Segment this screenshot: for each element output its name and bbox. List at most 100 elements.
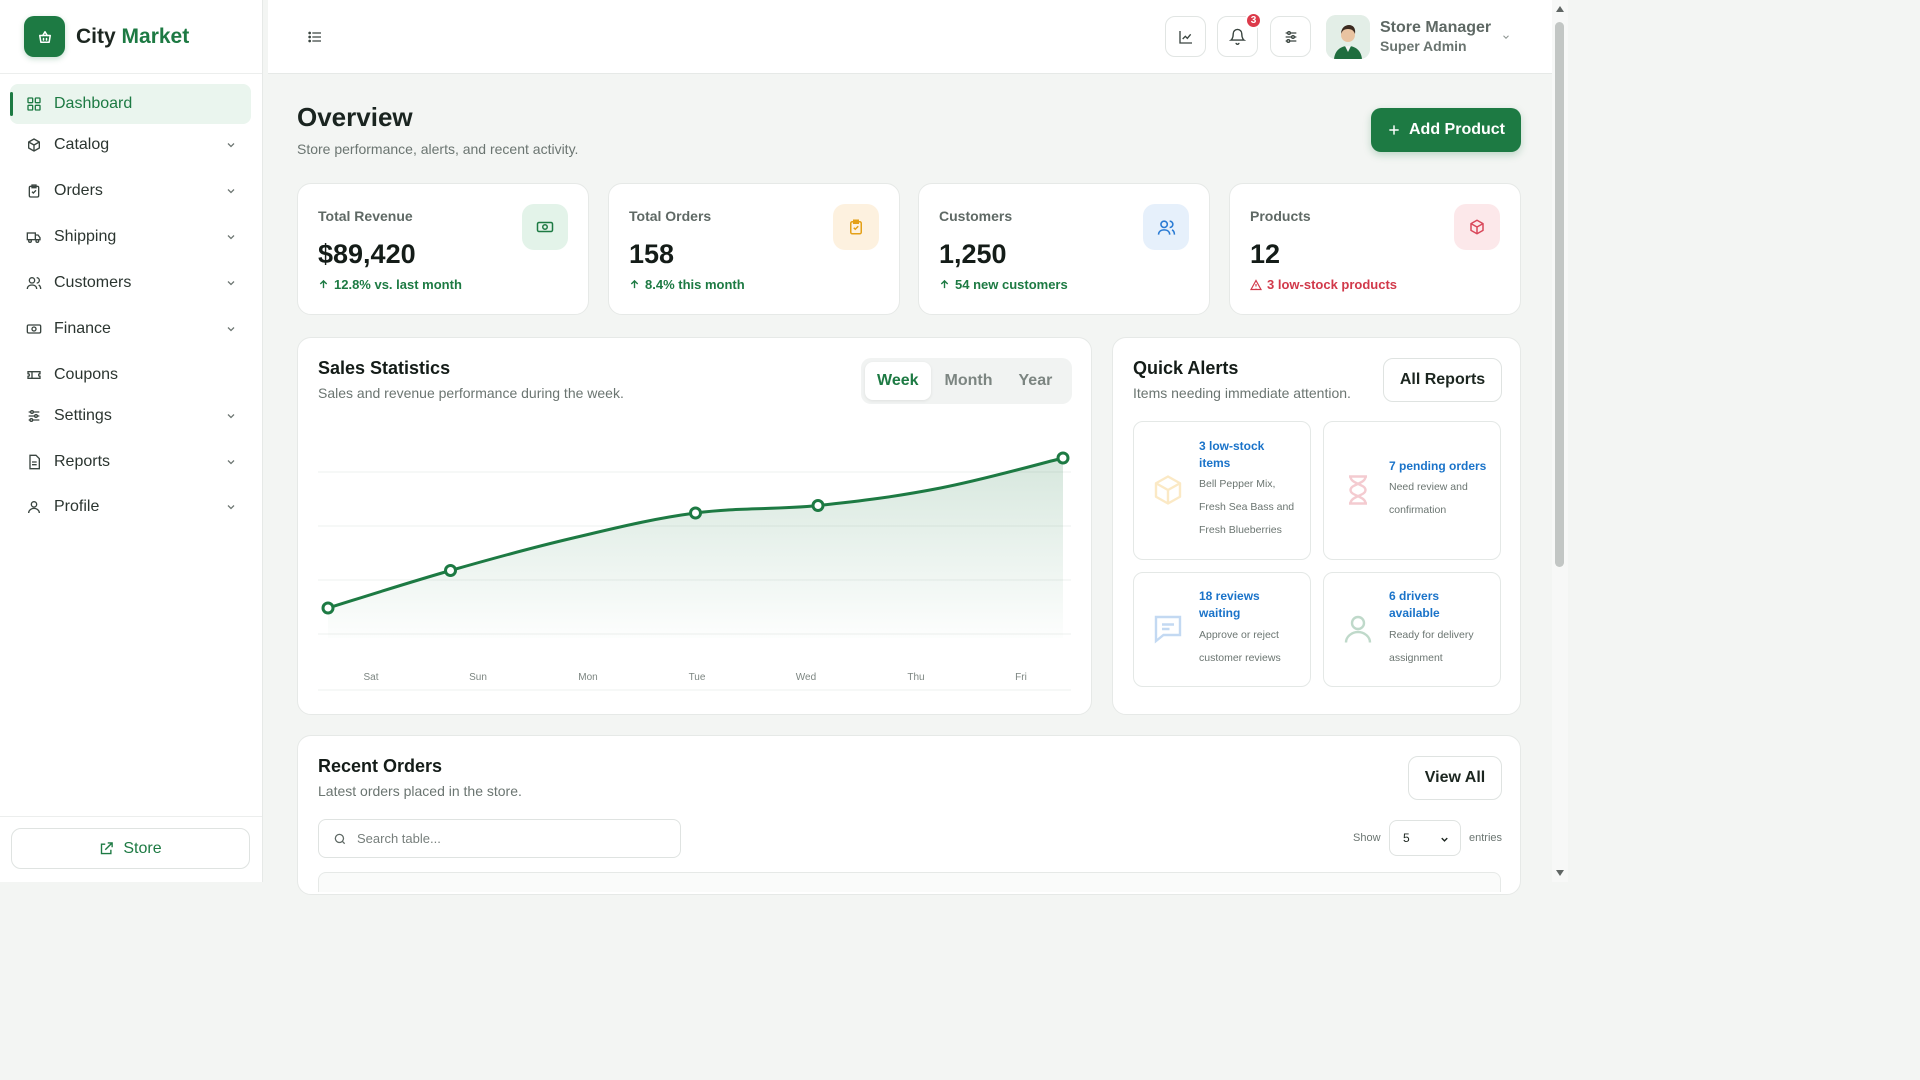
stat-value: $89,420	[318, 239, 416, 269]
brand[interactable]: City Market	[0, 0, 262, 74]
sliders-icon	[1285, 30, 1296, 43]
stat-note: 12.8% vs. last month	[318, 277, 462, 292]
cash-icon	[26, 324, 42, 334]
x-tick-label: Sun	[469, 672, 487, 683]
sidebar-item-finance[interactable]: Finance	[10, 309, 251, 349]
sidebar-item-shipping[interactable]: Shipping	[10, 217, 251, 257]
sidebar-item-label: Catalog	[54, 136, 110, 153]
sales-chart: Sat Sun Mon Tue Wed Thu Fri	[318, 428, 1071, 698]
period-tabs: Week Month Year	[861, 358, 1072, 404]
entries-label: entries	[1469, 832, 1503, 844]
user-menu[interactable]: Store Manager Super Admin	[1326, 14, 1511, 60]
stat-card-products: Products 12 3 low-stock products	[1229, 183, 1521, 315]
x-tick-label: Sat	[363, 672, 378, 683]
sales-chart-svg: Sat Sun Mon Tue Wed Thu Fri	[318, 451, 1071, 691]
message-icon	[1154, 615, 1182, 644]
tab-week[interactable]: Week	[865, 362, 931, 400]
stat-value: 1,250	[939, 239, 1007, 269]
sidebar-item-coupons[interactable]: Coupons	[10, 355, 251, 395]
sidebar-item-label: Settings	[54, 407, 112, 424]
chevron-down-icon	[227, 281, 235, 286]
sidebar-item-dashboard[interactable]: Dashboard	[10, 84, 251, 124]
notification-badge: 3	[1245, 12, 1262, 29]
orders-subtitle: Latest orders placed in the store.	[318, 783, 522, 799]
stat-card-revenue: Total Revenue $89,420 12.8% vs. last mon…	[297, 183, 589, 315]
sidebar-item-catalog[interactable]: Catalog	[10, 125, 251, 165]
stat-value: 158	[629, 239, 675, 269]
arrow-up-icon	[319, 279, 328, 289]
scroll-up-icon[interactable]	[1556, 6, 1564, 12]
scroll-down-icon[interactable]	[1556, 870, 1564, 876]
sales-statistics-card: Sales Statistics Sales and revenue perfo…	[297, 337, 1092, 715]
users-icon	[1143, 204, 1189, 250]
stat-card-customers: Customers 1,250 54 new customers	[918, 183, 1210, 315]
brand-name: City Market	[76, 24, 190, 48]
clipboard-icon	[28, 184, 40, 198]
cash-icon	[522, 204, 568, 250]
alert-title: 6 drivers available	[1389, 589, 1440, 620]
tab-year[interactable]: Year	[1007, 362, 1065, 400]
external-link-icon	[101, 842, 114, 855]
alert-desc: Need review and confirmation	[1389, 481, 1468, 516]
user-role: Super Admin	[1380, 38, 1467, 55]
scroll-thumb[interactable]	[1555, 22, 1564, 567]
alert-desc: Bell Pepper Mix, Fresh Sea Bass and Fres…	[1199, 478, 1295, 536]
menu-list-icon[interactable]	[306, 29, 324, 45]
search-input[interactable]	[357, 831, 657, 846]
alert-desc: Approve or reject customer reviews	[1199, 629, 1281, 664]
sales-title: Sales Statistics	[318, 358, 451, 378]
page-scrollbar[interactable]	[1552, 0, 1568, 882]
page-size-value: 5	[1403, 831, 1410, 845]
sidebar-item-profile[interactable]: Profile	[10, 487, 251, 527]
alert-pending-orders[interactable]: 7 pending orders Need review and confirm…	[1323, 421, 1501, 560]
x-tick-label: Fri	[1015, 672, 1027, 683]
x-tick-label: Wed	[796, 672, 816, 683]
sliders-icon	[28, 410, 40, 422]
box-icon	[1454, 204, 1500, 250]
stat-title: Total Orders	[629, 208, 712, 224]
sidebar-item-label: Dashboard	[54, 95, 133, 112]
alert-reviews[interactable]: 18 reviews waiting Approve or reject cus…	[1133, 572, 1311, 687]
x-tick-label: Mon	[578, 672, 597, 683]
add-product-label: Add Product	[1409, 121, 1505, 138]
chevron-down-icon	[227, 460, 235, 465]
sidebar-item-label: Customers	[54, 274, 132, 291]
sidebar-item-label: Reports	[54, 453, 111, 470]
data-point	[811, 499, 825, 512]
filters-button[interactable]	[1270, 16, 1311, 57]
sidebar-item-label: Orders	[54, 182, 103, 199]
user-name: Store Manager	[1380, 19, 1492, 37]
user-info: Store Manager Super Admin	[1380, 18, 1491, 56]
data-point	[1056, 451, 1070, 465]
arrow-up-icon	[940, 279, 949, 289]
search-icon	[334, 833, 346, 844]
chevron-down-icon	[1441, 837, 1448, 842]
quick-alerts-card: Quick Alerts Items needing immediate att…	[1112, 337, 1521, 715]
alert-low-stock[interactable]: 3 low-stock items Bell Pepper Mix, Fresh…	[1133, 421, 1311, 560]
file-icon	[29, 454, 40, 470]
orders-title: Recent Orders	[318, 756, 443, 776]
store-button[interactable]: Store	[11, 828, 250, 869]
sidebar-item-reports[interactable]: Reports	[10, 442, 251, 482]
table-search	[318, 819, 681, 858]
view-all-button[interactable]: View All	[1408, 756, 1502, 800]
tab-month[interactable]: Month	[933, 362, 1005, 400]
alert-drivers[interactable]: 6 drivers available Ready for delivery a…	[1323, 572, 1501, 687]
notifications-button[interactable]: 3	[1217, 12, 1262, 57]
sidebar-item-customers[interactable]: Customers	[10, 263, 251, 303]
box-icon	[1154, 475, 1182, 505]
user-icon	[1344, 615, 1372, 643]
sidebar-item-settings[interactable]: Settings	[10, 396, 251, 436]
alert-title: 18 reviews waiting	[1199, 589, 1260, 620]
all-reports-button[interactable]: All Reports	[1383, 358, 1502, 402]
analytics-button[interactable]	[1165, 16, 1206, 57]
x-tick-label: Thu	[907, 672, 924, 683]
stat-title: Customers	[939, 208, 1013, 224]
stat-note: 8.4% this month	[629, 277, 745, 292]
sidebar-item-orders[interactable]: Orders	[10, 171, 251, 211]
add-product-button[interactable]: Add Product	[1371, 108, 1521, 152]
page-size-select[interactable]: 5	[1389, 820, 1461, 856]
alerts-subtitle: Items needing immediate attention.	[1133, 385, 1351, 401]
chevron-down-icon	[227, 327, 235, 332]
sidebar-footer: Store	[0, 816, 262, 882]
